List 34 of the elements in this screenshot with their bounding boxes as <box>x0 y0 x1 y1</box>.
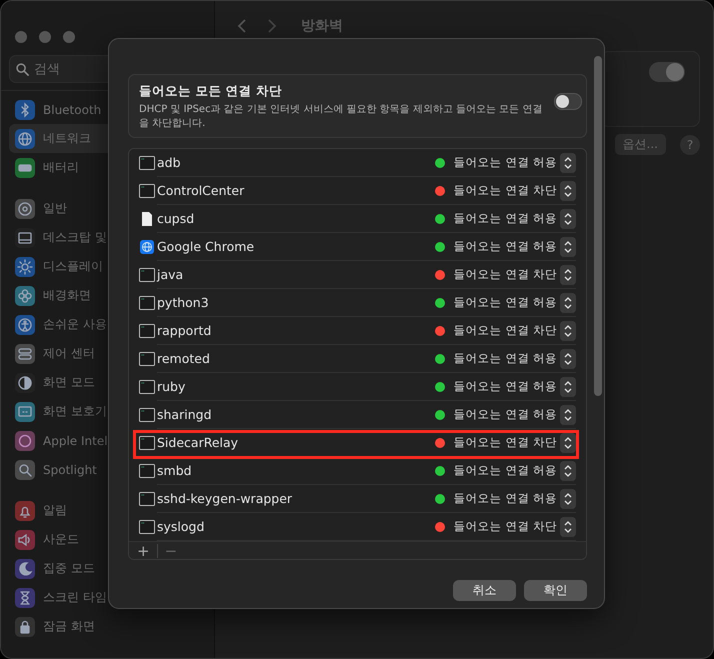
sidebar-label: 데스크탑 및 <box>43 229 107 246</box>
app-name: rapportd <box>157 323 212 338</box>
sidebar-label: 화면 모드 <box>43 374 95 391</box>
app-name: python3 <box>157 295 210 310</box>
app-name: sshd-keygen-wrapper <box>157 491 294 506</box>
app-name: ruby <box>157 379 186 394</box>
sidebar-label: 집중 모드 <box>43 560 95 577</box>
sidebar-label: 잠금 화면 <box>43 618 95 635</box>
app-name: Google Chrome <box>157 239 256 254</box>
sidebar-label: 알림 <box>43 502 67 519</box>
sidebar-label: Spotlight <box>43 462 97 476</box>
sidebar-label: 사운드 <box>43 531 79 548</box>
app-name: syslogd <box>157 519 206 534</box>
app-name: cupsd <box>157 211 196 226</box>
app-name: remoted <box>157 351 211 366</box>
sidebar-label: 일반 <box>43 200 67 217</box>
sidebar-label: 화면 보호기 <box>43 403 107 420</box>
sidebar-label: 배경화면 <box>43 287 91 304</box>
block-all-title: 들어오는 모든 연결 차단 <box>139 83 284 100</box>
sidebar-label: 손쉬운 사용 <box>43 316 107 333</box>
sidebar-label: Bluetooth <box>43 102 102 116</box>
app-name: ControlCenter <box>157 183 246 198</box>
sidebar-label: 배터리 <box>43 159 79 176</box>
app-name: smbd <box>157 463 193 478</box>
sidebar-label: Apple Intel <box>43 434 108 448</box>
app-name: adb <box>157 155 182 170</box>
sidebar-label: 제어 센터 <box>43 345 95 362</box>
app-name: java <box>157 267 184 282</box>
window-title: 방화벽 <box>301 17 343 35</box>
app-name: SidecarRelay <box>157 435 240 450</box>
app-name: sharingd <box>157 407 212 422</box>
sidebar-label: 디스플레이 <box>43 258 103 275</box>
sidebar-label: 스크린 타임 <box>43 589 107 606</box>
sidebar-label: 네트워크 <box>43 130 91 147</box>
